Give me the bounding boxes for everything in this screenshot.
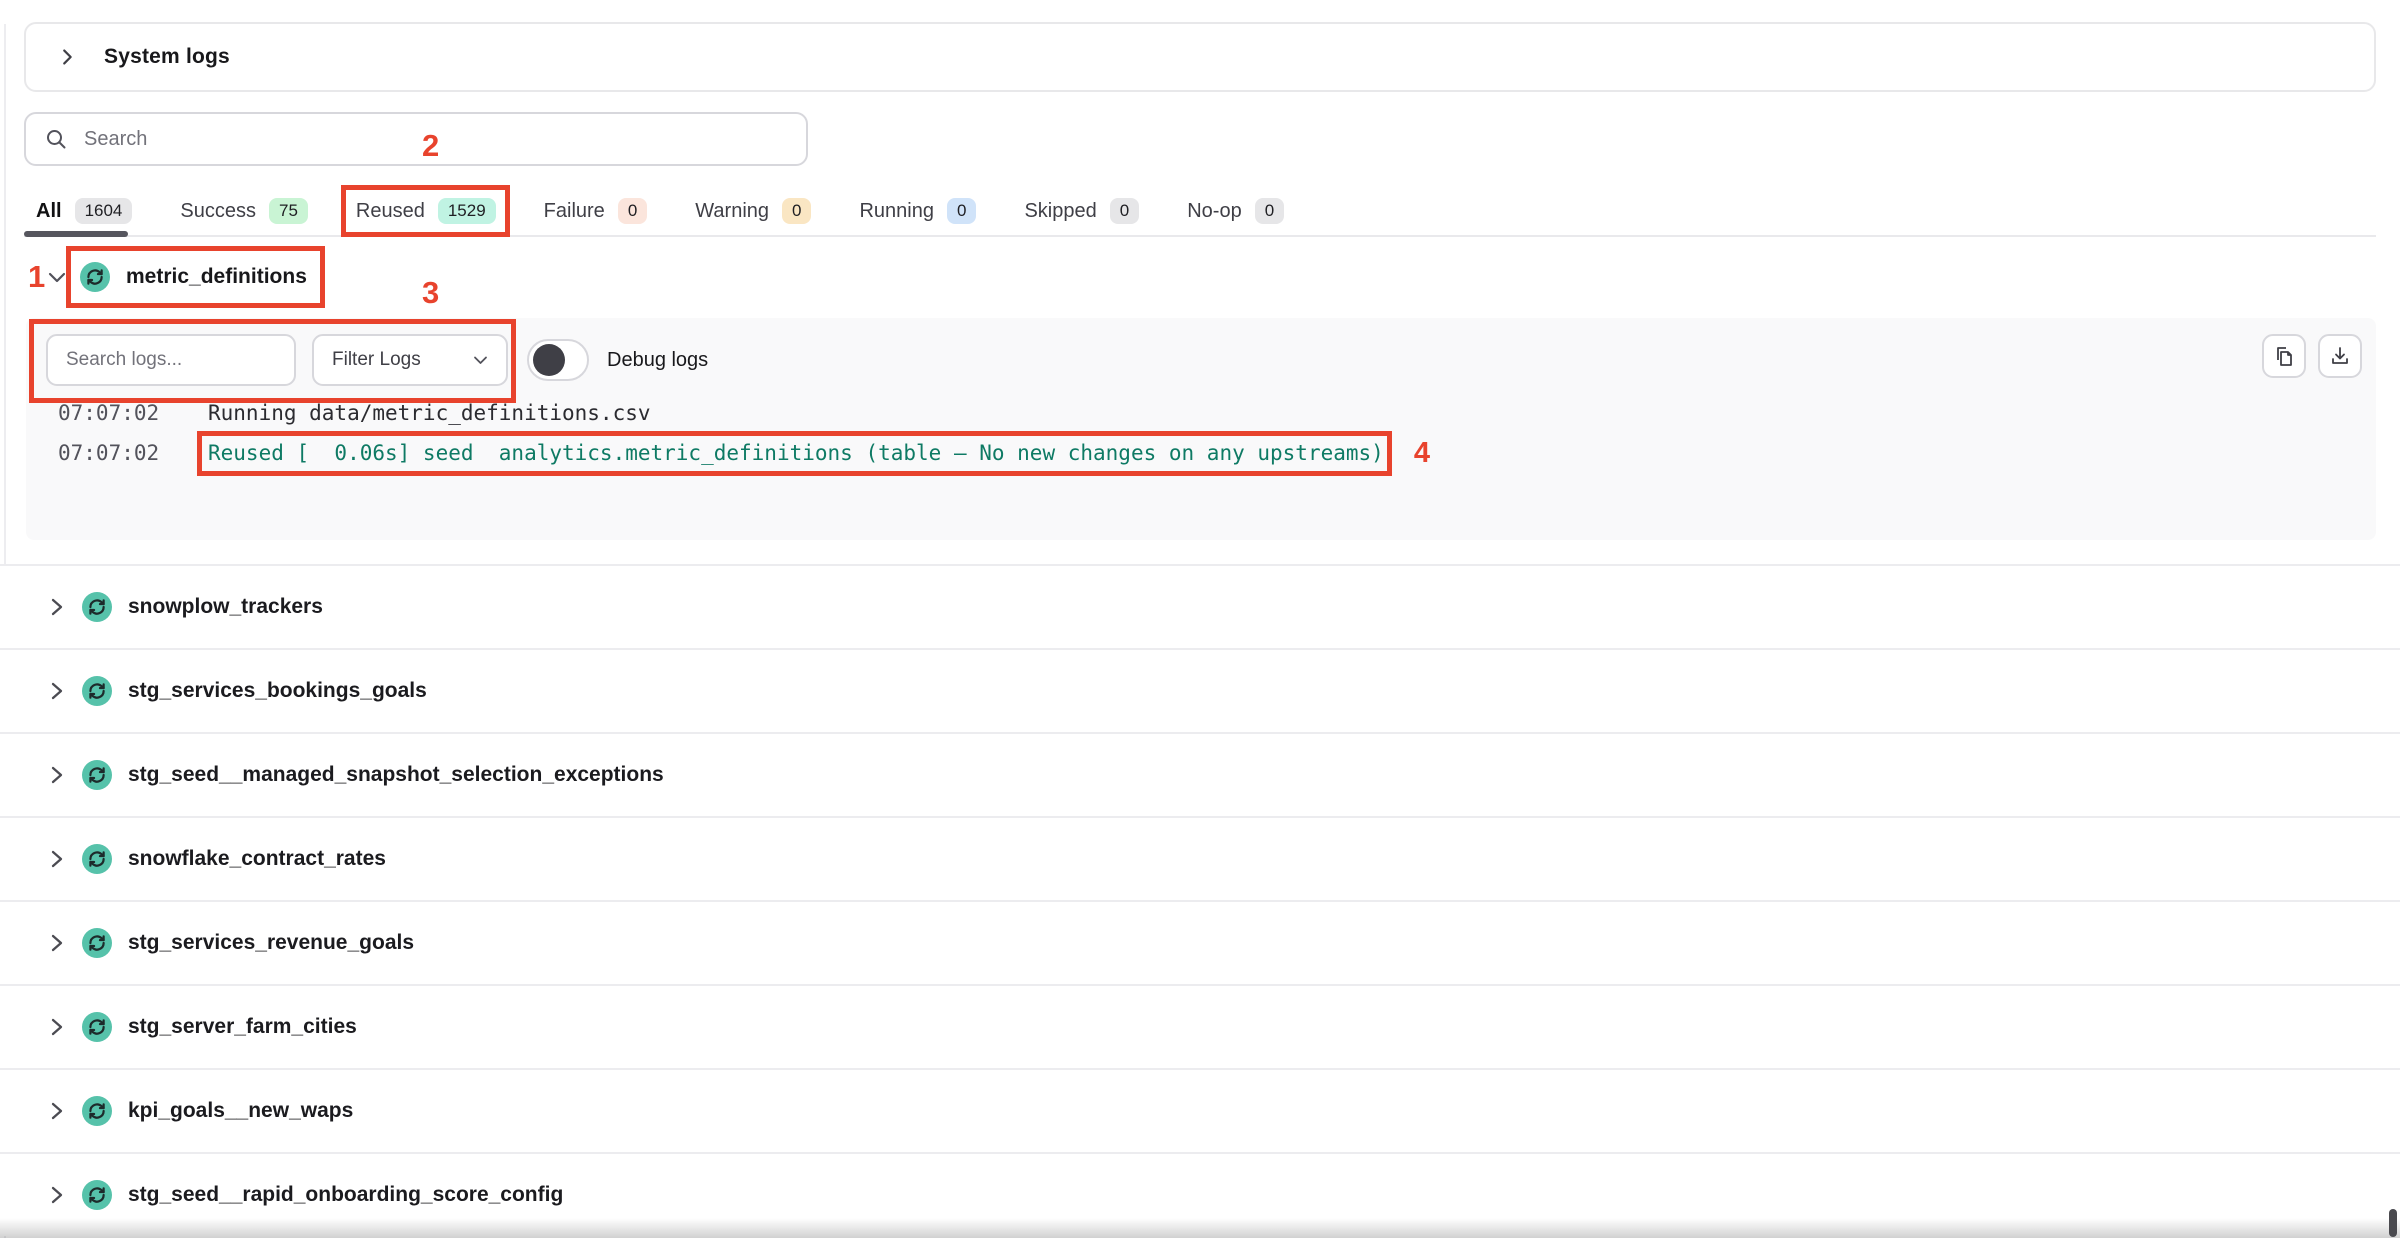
download-icon — [2328, 344, 2352, 368]
chevron-right-icon[interactable] — [50, 766, 64, 784]
debug-logs-toggle[interactable] — [527, 339, 589, 381]
tab-success-label: Success — [180, 200, 256, 223]
expanded-log-row-metric-definitions[interactable]: metric_definitions — [48, 252, 307, 302]
tab-running-label: Running — [859, 200, 934, 223]
log-row-stg-services-bookings-goals[interactable]: stg_services_bookings_goals — [0, 648, 2400, 732]
tab-failure[interactable]: Failure 0 — [544, 198, 648, 225]
log-row-stg-seed-managed-snapshot-selection-exceptions[interactable]: stg_seed__managed_snapshot_selection_exc… — [0, 732, 2400, 816]
tab-failure-count-badge: 0 — [618, 198, 647, 225]
log-line-1: 07:07:02 Running data/metric_definitions… — [58, 400, 651, 426]
tab-failure-label: Failure — [544, 200, 605, 223]
toggle-knob — [533, 344, 565, 376]
row-label: stg_seed__rapid_onboarding_score_config — [128, 1183, 563, 1207]
chevron-right-icon[interactable] — [50, 1102, 64, 1120]
search-logs-input[interactable] — [46, 334, 296, 386]
chevron-right-icon[interactable] — [50, 934, 64, 952]
tab-noop-count-badge: 0 — [1255, 198, 1284, 225]
tab-skipped[interactable]: Skipped 0 — [1024, 198, 1139, 225]
log-row-snowflake-contract-rates[interactable]: snowflake_contract_rates — [0, 816, 2400, 900]
log-row-stg-seed-rapid-onboarding-score-config[interactable]: stg_seed__rapid_onboarding_score_config — [0, 1152, 2400, 1236]
vertical-scrollbar-thumb[interactable] — [2389, 1209, 2397, 1237]
row-label: stg_server_farm_cities — [128, 1015, 357, 1039]
annotation-1: 1 — [28, 261, 45, 292]
log-line-2: 07:07:02 Reused [ 0.06s] seed analytics.… — [58, 440, 1430, 466]
filter-logs-label: Filter Logs — [332, 349, 421, 371]
copy-logs-button[interactable] — [2262, 334, 2306, 378]
row-label: snowplow_trackers — [128, 595, 323, 619]
reused-refresh-icon — [82, 1180, 112, 1210]
status-tabs: All 1604 Success 75 Reused 1529 Failure … — [24, 186, 2376, 236]
page-title: System logs — [104, 45, 230, 69]
reused-refresh-icon — [82, 1096, 112, 1126]
reused-refresh-icon — [82, 760, 112, 790]
chevron-right-icon[interactable] — [50, 1018, 64, 1036]
reused-refresh-icon — [82, 592, 112, 622]
chevron-right-icon[interactable] — [50, 598, 64, 616]
system-logs-header[interactable]: System logs — [24, 22, 2376, 92]
tab-reused-count-badge: 1529 — [438, 198, 496, 225]
reused-refresh-icon — [80, 262, 110, 292]
log-panel: Filter Logs Debug logs 07:07:02 Running … — [26, 318, 2376, 540]
tab-all-count-badge: 1604 — [75, 198, 133, 225]
tab-success-count-badge: 75 — [269, 198, 308, 225]
tab-warning-label: Warning — [695, 200, 769, 223]
chevron-right-icon[interactable] — [56, 46, 78, 68]
row-label: kpi_goals__new_waps — [128, 1099, 353, 1123]
tab-all[interactable]: All 1604 — [36, 198, 132, 225]
log-row-stg-services-revenue-goals[interactable]: stg_services_revenue_goals — [0, 900, 2400, 984]
tab-skipped-label: Skipped — [1024, 200, 1096, 223]
search-bar[interactable] — [24, 112, 808, 166]
row-label: stg_services_bookings_goals — [128, 679, 427, 703]
log-row-kpi-goals-new-waps[interactable]: kpi_goals__new_waps — [0, 1068, 2400, 1152]
row-label: stg_services_revenue_goals — [128, 931, 414, 955]
tab-success[interactable]: Success 75 — [180, 198, 308, 225]
tab-running-count-badge: 0 — [947, 198, 976, 225]
tab-skipped-count-badge: 0 — [1110, 198, 1139, 225]
active-tab-underline — [24, 231, 128, 237]
chevron-right-icon[interactable] — [50, 850, 64, 868]
tab-reused[interactable]: Reused 1529 — [356, 198, 496, 225]
tab-warning-count-badge: 0 — [782, 198, 811, 225]
debug-logs-label: Debug logs — [607, 349, 708, 372]
annotation-2: 2 — [422, 130, 439, 161]
tab-reused-label: Reused — [356, 200, 425, 223]
chevron-down-icon[interactable] — [48, 271, 66, 283]
log-message: Running data/metric_definitions.csv — [208, 401, 651, 425]
row-label: stg_seed__managed_snapshot_selection_exc… — [128, 763, 664, 787]
annotation-4: 4 — [1414, 437, 1430, 470]
search-icon — [44, 127, 68, 151]
tab-noop-label: No-op — [1187, 200, 1241, 223]
tabs-divider — [24, 235, 2376, 237]
log-row-stg-server-farm-cities[interactable]: stg_server_farm_cities — [0, 984, 2400, 1068]
tab-noop[interactable]: No-op 0 — [1187, 198, 1284, 225]
annotation-3: 3 — [422, 277, 439, 308]
annotation-box-3: Filter Logs — [46, 334, 508, 386]
tab-running[interactable]: Running 0 — [859, 198, 976, 225]
annotation-box-1: metric_definitions — [80, 262, 307, 292]
chevron-right-icon[interactable] — [50, 1186, 64, 1204]
reused-refresh-icon — [82, 844, 112, 874]
filter-logs-dropdown[interactable]: Filter Logs — [312, 334, 508, 386]
copy-icon — [2272, 344, 2296, 368]
log-timestamp: 07:07:02 — [58, 401, 168, 425]
annotation-box-4: Reused [ 0.06s] seed analytics.metric_de… — [208, 441, 1384, 465]
tab-all-label: All — [36, 200, 62, 223]
reused-refresh-icon — [82, 676, 112, 706]
chevron-right-icon[interactable] — [50, 682, 64, 700]
chevron-down-icon — [473, 355, 488, 365]
log-row-snowplow-trackers[interactable]: snowplow_trackers — [0, 564, 2400, 648]
log-toolbar: Filter Logs Debug logs — [46, 334, 708, 386]
reused-refresh-icon — [82, 1012, 112, 1042]
log-timestamp: 07:07:02 — [58, 441, 168, 465]
reused-refresh-icon — [82, 928, 112, 958]
row-label: snowflake_contract_rates — [128, 847, 386, 871]
tab-warning[interactable]: Warning 0 — [695, 198, 811, 225]
run-name: metric_definitions — [126, 265, 307, 289]
download-logs-button[interactable] — [2318, 334, 2362, 378]
log-row-list: snowplow_trackers stg_services_bookings_… — [0, 564, 2400, 1236]
